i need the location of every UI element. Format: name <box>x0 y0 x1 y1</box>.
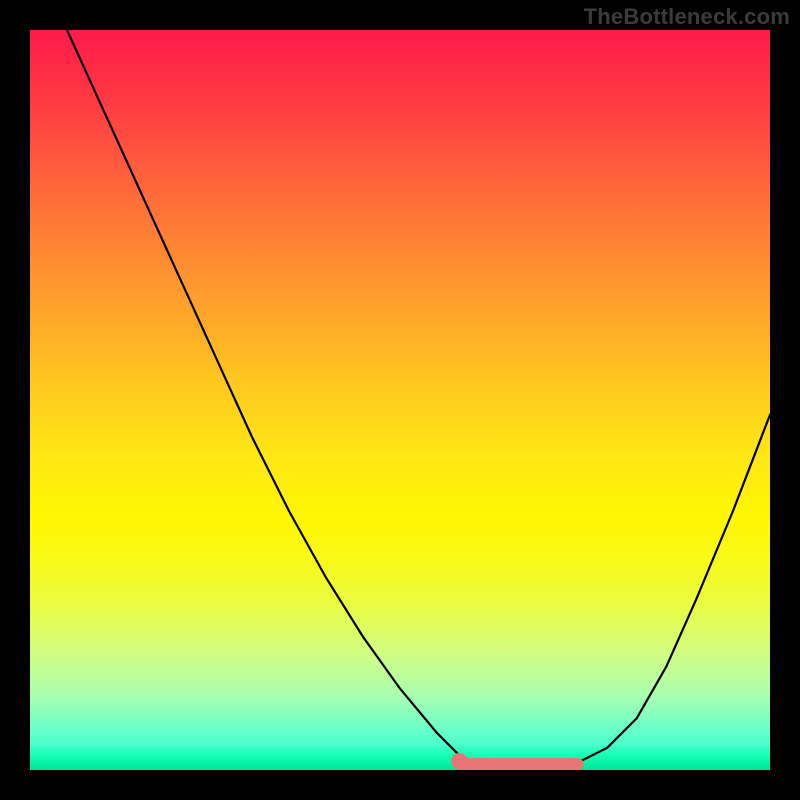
chart-svg <box>30 30 770 770</box>
bottleneck-curve <box>67 30 770 770</box>
chart-frame: TheBottleneck.com <box>0 0 800 800</box>
watermark-text: TheBottleneck.com <box>584 4 790 30</box>
valley-highlight-dot <box>451 753 467 769</box>
plot-area <box>30 30 770 770</box>
